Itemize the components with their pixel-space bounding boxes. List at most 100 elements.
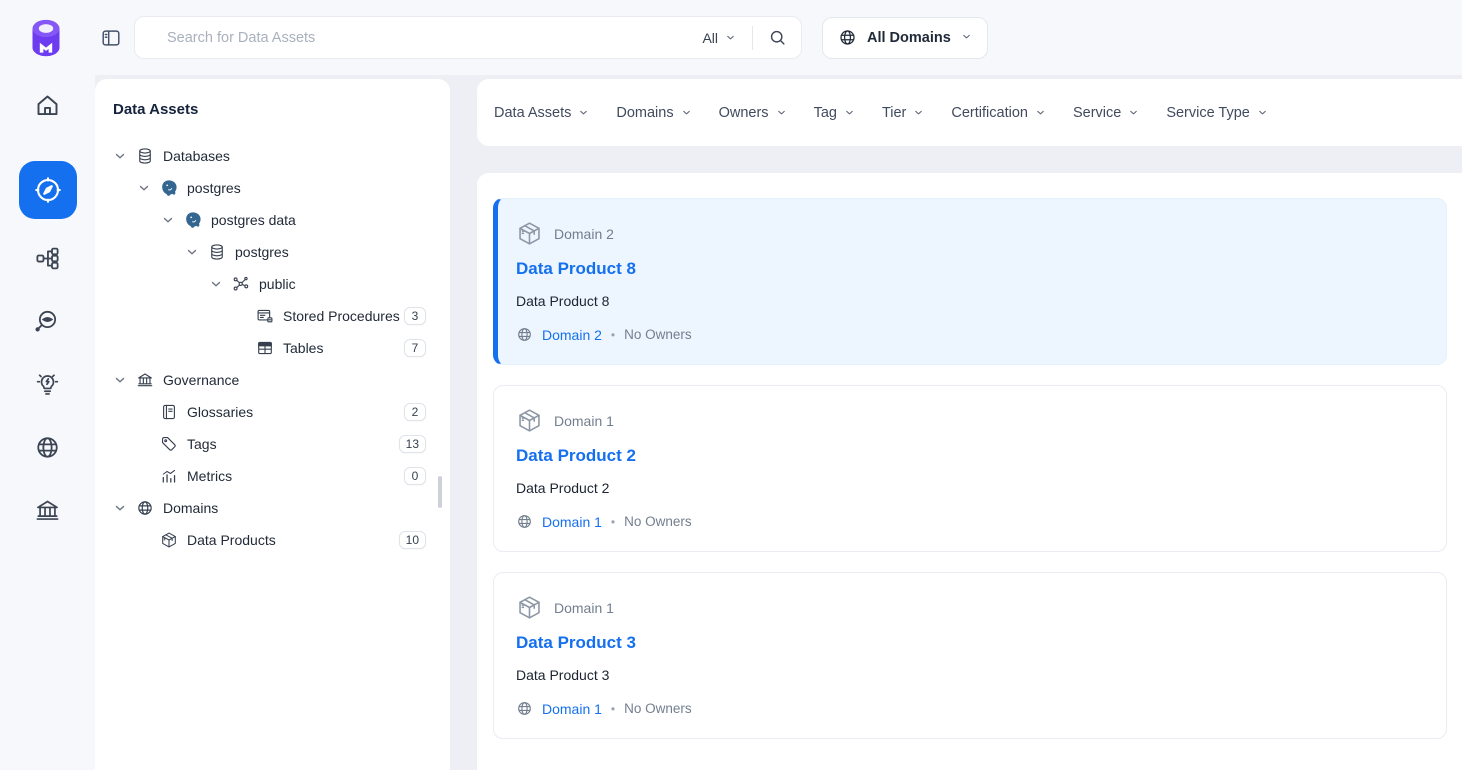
separator-dot: •	[611, 702, 615, 716]
filter-tier[interactable]: Tier	[882, 105, 924, 121]
chevron-down-icon	[1257, 107, 1268, 118]
chevron-down-icon	[725, 32, 736, 43]
card-title-link[interactable]: Data Product 3	[516, 633, 1424, 653]
chevron-down-icon	[681, 107, 692, 118]
search-scope-dropdown[interactable]: All	[698, 30, 740, 46]
chevron-down-icon[interactable]	[113, 373, 127, 387]
nav-lineage[interactable]	[33, 245, 63, 275]
glossary-icon	[160, 403, 178, 421]
filter-service[interactable]: Service	[1073, 105, 1139, 121]
database-icon	[136, 147, 154, 165]
chevron-down-icon[interactable]	[113, 149, 127, 163]
filter-owners[interactable]: Owners	[719, 105, 787, 121]
chevron-down-icon	[961, 30, 972, 46]
domain-link[interactable]: Domain 2	[542, 327, 602, 343]
owners-label: No Owners	[624, 514, 692, 529]
domain-link[interactable]: Domain 1	[542, 701, 602, 717]
data-product-card[interactable]: Domain 2 Data Product 8 Data Product 8 D…	[493, 198, 1447, 365]
left-nav-rail	[0, 75, 95, 770]
domain-link[interactable]: Domain 1	[542, 514, 602, 530]
lineage-icon	[34, 245, 61, 272]
tree-node-governance[interactable]: Governance	[113, 364, 426, 396]
count-badge: 3	[404, 307, 426, 325]
tree-node-label: public	[259, 276, 296, 292]
tree-node-tags[interactable]: Tags 13	[113, 428, 426, 460]
owners-label: No Owners	[624, 327, 692, 342]
tree-node-tables[interactable]: Tables 7	[113, 332, 426, 364]
stored-procedure-icon	[256, 307, 274, 325]
data-product-icon	[516, 594, 543, 621]
card-title-link[interactable]: Data Product 2	[516, 446, 1424, 466]
chevron-down-icon[interactable]	[137, 181, 151, 195]
nav-observability[interactable]	[33, 308, 63, 338]
schema-icon	[232, 275, 250, 293]
tree-node-label: Glossaries	[187, 404, 253, 420]
data-assets-tree-panel: Data Assets Databases postgres postgres …	[95, 79, 450, 770]
filter-data-assets[interactable]: Data Assets	[494, 105, 589, 121]
tree-node-metrics[interactable]: Metrics 0	[113, 460, 426, 492]
results-list: Domain 2 Data Product 8 Data Product 8 D…	[477, 173, 1462, 770]
govern-bank-icon	[34, 497, 61, 524]
globe-icon	[516, 700, 533, 717]
chevron-down-icon[interactable]	[161, 213, 175, 227]
domains-globe-icon	[136, 499, 154, 517]
card-description: Data Product 3	[516, 667, 1424, 683]
nav-home[interactable]	[33, 92, 63, 122]
separator-dot: •	[611, 328, 615, 342]
chevron-down-icon	[578, 107, 589, 118]
tree-node-data-products[interactable]: Data Products 10	[113, 524, 426, 556]
app-window: All All Domains Data Assets	[0, 0, 1462, 770]
separator-dot: •	[611, 515, 615, 529]
chevron-down-icon	[844, 107, 855, 118]
chevron-down-icon[interactable]	[185, 245, 199, 259]
owners-label: No Owners	[624, 701, 692, 716]
search-input[interactable]	[145, 30, 698, 46]
filter-tag[interactable]: Tag	[814, 105, 855, 121]
globe-icon	[516, 513, 533, 530]
tree-node-public-schema[interactable]: public	[113, 268, 426, 300]
tree-node-stored-procedures[interactable]: Stored Procedures 3	[113, 300, 426, 332]
card-domain-label: Domain 1	[554, 413, 614, 429]
count-badge: 7	[404, 339, 426, 357]
count-badge: 2	[404, 403, 426, 421]
tree-node-domains[interactable]: Domains	[113, 492, 426, 524]
chevron-down-icon[interactable]	[209, 277, 223, 291]
observability-icon	[34, 308, 61, 335]
count-badge: 10	[399, 531, 426, 549]
nav-domains[interactable]	[33, 434, 63, 464]
filter-service-type[interactable]: Service Type	[1166, 105, 1268, 121]
postgres-icon	[184, 211, 202, 229]
all-domains-dropdown[interactable]: All Domains	[822, 17, 988, 59]
global-search-bar[interactable]: All	[134, 16, 802, 59]
tree-node-label: Metrics	[187, 468, 232, 484]
tree-node-label: Tables	[283, 340, 323, 356]
card-domain-label: Domain 1	[554, 600, 614, 616]
tree-node-label: postgres data	[211, 212, 296, 228]
openmetadata-logo-icon[interactable]	[26, 18, 66, 58]
nav-insights[interactable]	[33, 371, 63, 401]
card-description: Data Product 8	[516, 293, 1424, 309]
filter-bar: Data Assets Domains Owners Tag Tier Cert…	[477, 79, 1462, 146]
database-icon	[208, 243, 226, 261]
filter-domains[interactable]: Domains	[616, 105, 691, 121]
tree-node-glossaries[interactable]: Glossaries 2	[113, 396, 426, 428]
all-domains-label: All Domains	[867, 30, 951, 46]
tree-node-label: postgres	[187, 180, 241, 196]
card-title-link[interactable]: Data Product 8	[516, 259, 1424, 279]
tree-node-postgres-data[interactable]: postgres data	[113, 204, 426, 236]
data-product-card[interactable]: Domain 1 Data Product 3 Data Product 3 D…	[493, 572, 1447, 739]
nav-govern[interactable]	[33, 497, 63, 527]
filter-certification[interactable]: Certification	[951, 105, 1046, 121]
tree-scrollbar-thumb[interactable]	[438, 476, 442, 508]
tree-node-databases[interactable]: Databases	[113, 140, 426, 172]
tree-node-postgres-service[interactable]: postgres	[113, 172, 426, 204]
chevron-down-icon	[776, 107, 787, 118]
search-icon[interactable]	[767, 28, 787, 48]
tree-node-postgres-database[interactable]: postgres	[113, 236, 426, 268]
data-product-icon	[160, 531, 178, 549]
chevron-down-icon[interactable]	[113, 501, 127, 515]
topbar: All All Domains	[0, 0, 1462, 75]
sidebar-collapse-icon[interactable]	[100, 27, 122, 49]
data-product-card[interactable]: Domain 1 Data Product 2 Data Product 2 D…	[493, 385, 1447, 552]
nav-explore[interactable]	[19, 161, 77, 219]
